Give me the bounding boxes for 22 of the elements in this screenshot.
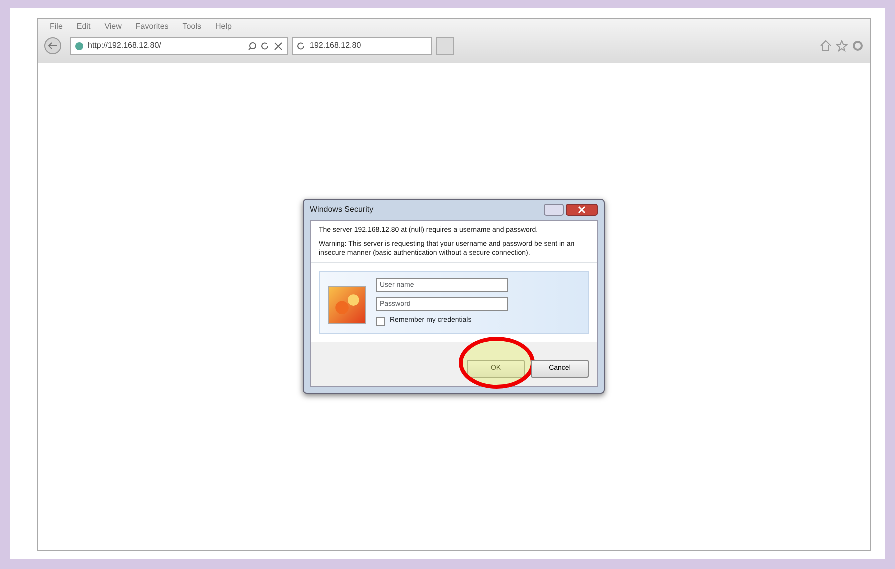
- minimize-button[interactable]: [544, 204, 564, 216]
- menu-item[interactable]: Tools: [182, 21, 202, 35]
- menu-item[interactable]: Edit: [76, 21, 91, 35]
- settings-icon[interactable]: [852, 40, 864, 52]
- remember-checkbox[interactable]: [376, 317, 385, 326]
- star-icon[interactable]: [836, 40, 848, 52]
- search-icon[interactable]: [248, 42, 257, 50]
- menu-item[interactable]: File: [50, 21, 63, 35]
- page-icon: [75, 42, 84, 50]
- refresh-icon[interactable]: [261, 42, 270, 50]
- menu-item[interactable]: Favorites: [136, 21, 169, 35]
- menu-item[interactable]: View: [104, 21, 122, 35]
- browser-tab[interactable]: 192.168.12.80: [292, 37, 432, 55]
- home-icon[interactable]: [820, 40, 832, 52]
- address-bar[interactable]: http://192.168.12.80/: [70, 37, 288, 55]
- url-text: http://192.168.12.80/: [88, 40, 162, 52]
- close-button[interactable]: [566, 204, 598, 216]
- close-icon[interactable]: [274, 42, 283, 50]
- menu-item[interactable]: Help: [215, 21, 232, 35]
- user-tile-icon: [328, 286, 366, 324]
- loading-icon: [297, 42, 306, 50]
- dialog-title: Windows Security: [310, 204, 374, 216]
